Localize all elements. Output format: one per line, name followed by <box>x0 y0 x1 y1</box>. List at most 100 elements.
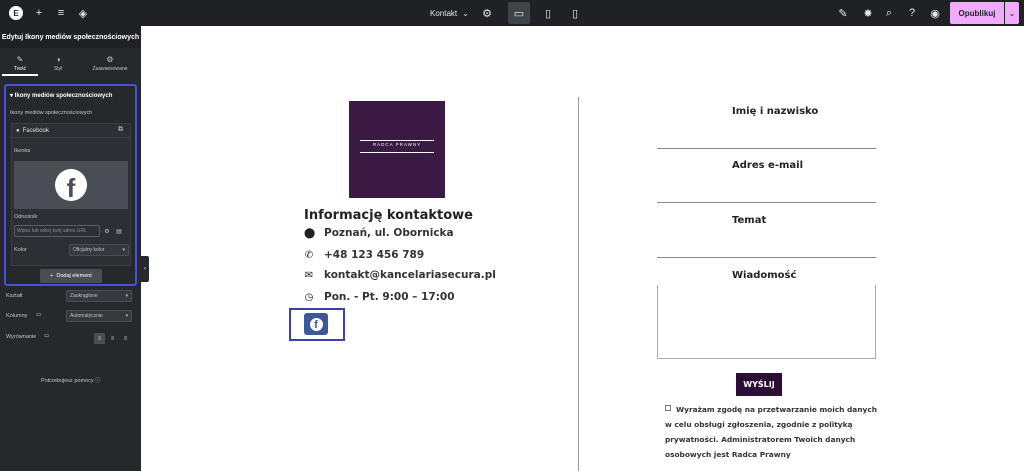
shape-value: Zaokrąglone <box>70 293 98 299</box>
logo-line-bottom <box>360 152 434 153</box>
section-title: Ikony mediów społecznościowych <box>14 93 113 99</box>
brand-text: RADCA PRAWNY <box>372 142 422 147</box>
align-center-icon[interactable]: ≡ <box>107 333 118 344</box>
shape-label: Kształt <box>6 293 23 299</box>
page-selector[interactable]: Kontakt ⌄ <box>430 0 469 26</box>
facebook-small-icon: ● <box>16 127 20 134</box>
column-divider <box>578 97 579 471</box>
envelope-icon: ✉ <box>304 269 314 281</box>
chevron-down-icon: ▾ <box>125 313 128 319</box>
columns-desktop-icon[interactable]: ▭ <box>36 312 41 318</box>
tab-style[interactable]: ◑ Styl <box>40 50 76 76</box>
email-label: Adres e-mail <box>732 160 804 171</box>
align-right-icon[interactable]: ≡ <box>120 333 131 344</box>
page-name: Kontakt <box>430 8 458 18</box>
facebook-icon: f <box>309 317 323 331</box>
gear-icon: ⚙ <box>106 54 114 64</box>
half-circle-icon: ◑ <box>55 54 61 64</box>
columns-select[interactable]: Automatycznie ▾ <box>66 310 132 322</box>
collapse-panel-chevron-icon[interactable]: ‹ <box>141 256 149 282</box>
repeater-item-header[interactable]: ● Facebook <box>12 124 130 138</box>
color-value: Oficjalny kolor <box>73 247 105 253</box>
mobile-icon[interactable]: ▯ <box>568 0 582 26</box>
alignment-label: Wyrównanie <box>6 334 37 340</box>
search-icon[interactable]: ⌕ <box>882 0 896 26</box>
phone-text: +48 123 456 789 <box>324 249 425 261</box>
message-textarea[interactable] <box>657 285 876 359</box>
link-options-gear-icon[interactable]: ⚙ <box>102 225 112 237</box>
columns-value: Automatycznie <box>70 313 103 319</box>
add-element-icon[interactable]: + <box>32 0 46 26</box>
page-settings-gear-icon[interactable]: ⚙ <box>480 0 494 26</box>
url-placeholder: Wpisz lub wklej twój adres URL <box>17 228 87 234</box>
tab-content-label: Treść <box>13 65 27 72</box>
dynamic-tags-icon[interactable]: ▤ <box>114 225 124 237</box>
facebook-social-icon[interactable]: f <box>304 313 328 335</box>
submit-button[interactable]: WYŚLIJ <box>736 373 782 396</box>
tablet-icon[interactable]: ▯ <box>541 0 555 26</box>
phone-icon: ✆ <box>304 249 314 261</box>
section-toggle[interactable]: ▾ Ikony mediów społecznościowych <box>10 92 112 99</box>
color-label: Kolor <box>14 247 27 253</box>
help-icon[interactable]: ? <box>905 0 919 26</box>
name-label: Imię i nazwisko <box>732 106 819 117</box>
page-canvas <box>149 26 1024 471</box>
subject-field[interactable] <box>657 234 876 258</box>
notifications-icon[interactable]: ✸ <box>861 0 875 26</box>
plus-icon: + <box>50 273 54 279</box>
color-select[interactable]: Oficjalny kolor ▾ <box>69 244 129 256</box>
email-text: kontakt@kancelariasecura.pl <box>324 269 496 281</box>
phone-row: ✆ +48 123 456 789 <box>304 249 424 261</box>
layers-icon[interactable]: ◈ <box>76 0 90 26</box>
icon-label: Ikonka <box>14 148 31 154</box>
tab-style-label: Styl <box>53 65 63 72</box>
tab-advanced[interactable]: ⚙ Zaawansowane <box>84 50 136 76</box>
hours-text: Pon. - Pt. 9:00 – 17:00 <box>324 291 455 303</box>
elementor-logo-icon[interactable]: E <box>9 6 23 20</box>
url-input[interactable]: Wpisz lub wklej twój adres URL <box>14 225 100 237</box>
help-label: Potrzebujesz pomocy <box>41 378 94 384</box>
chevron-down-icon: ⌄ <box>462 8 469 18</box>
pencil-icon: ✎ <box>16 54 24 64</box>
align-left-icon[interactable]: ≡ <box>94 333 105 344</box>
preview-eye-icon[interactable]: ◉ <box>928 0 942 26</box>
pen-icon[interactable]: ✎ <box>836 0 850 26</box>
tab-content[interactable]: ✎ Treść <box>2 50 38 76</box>
contact-info-title: Informację kontaktowe <box>304 208 473 223</box>
link-label: Odnośnik <box>14 214 38 220</box>
editor-sidebar: Edytuj Ikony mediów społecznościowych ✎ … <box>0 26 141 471</box>
logo-line-top <box>360 140 434 141</box>
caret-down-icon: ▾ <box>10 93 14 99</box>
alignment-desktop-icon[interactable]: ▭ <box>44 333 49 339</box>
message-label: Wiadomość <box>732 270 797 281</box>
social-icons-section: ▾ Ikony mediów społecznościowych Ikony m… <box>4 84 137 286</box>
panel-title: Edytuj Ikony mediów społecznościowych <box>0 26 141 48</box>
tab-advanced-label: Zaawansowane <box>92 65 128 72</box>
publish-options-chevron-icon[interactable]: ⌄ <box>1005 2 1019 24</box>
desktop-icon[interactable]: ▭ <box>512 0 526 26</box>
chevron-down-icon: ▾ <box>125 293 128 299</box>
email-row: ✉ kontakt@kancelariasecura.pl <box>304 269 496 281</box>
shape-select[interactable]: Zaokrąglone ▾ <box>66 290 132 302</box>
address-text: Poznań, ul. Obornicka <box>324 227 454 239</box>
help-link[interactable]: Potrzebujesz pomocy ⓘ <box>41 376 101 384</box>
icon-picker-preview[interactable]: f <box>14 161 128 209</box>
repeater-item: ● Facebook ⧉ Ikonka f Odnośnik Wpisz lub… <box>11 123 131 266</box>
address-row: ⬤ Poznań, ul. Obornicka <box>304 227 454 239</box>
consent-text: Wyrażam zgodę na przetwarzanie moich dan… <box>665 405 877 459</box>
repeater-label: Ikony mediów społecznościowych <box>10 110 93 116</box>
help-circle-icon: ⓘ <box>95 378 101 384</box>
hours-row: ◷ Pon. - Pt. 9:00 – 17:00 <box>304 291 455 303</box>
duplicate-icon[interactable]: ⧉ <box>118 126 123 134</box>
subject-label: Temat <box>732 215 767 226</box>
columns-label: Kolumny <box>6 313 28 319</box>
editor-topbar: E + ≡ ◈ Kontakt ⌄ ⚙ ▭ ▯ ▯ ✎ ✸ ⌕ ? ◉ Opub… <box>0 0 1024 26</box>
publish-button[interactable]: Opublikuj <box>950 2 1004 24</box>
settings-sliders-icon[interactable]: ≡ <box>54 0 68 26</box>
add-item-button[interactable]: + Dodaj element <box>40 269 102 283</box>
chevron-down-icon: ▾ <box>122 247 125 253</box>
facebook-icon: f <box>55 169 87 201</box>
name-field[interactable] <box>657 125 876 149</box>
brand-logo: RADCA PRAWNY <box>349 101 445 198</box>
email-field[interactable] <box>657 179 876 203</box>
